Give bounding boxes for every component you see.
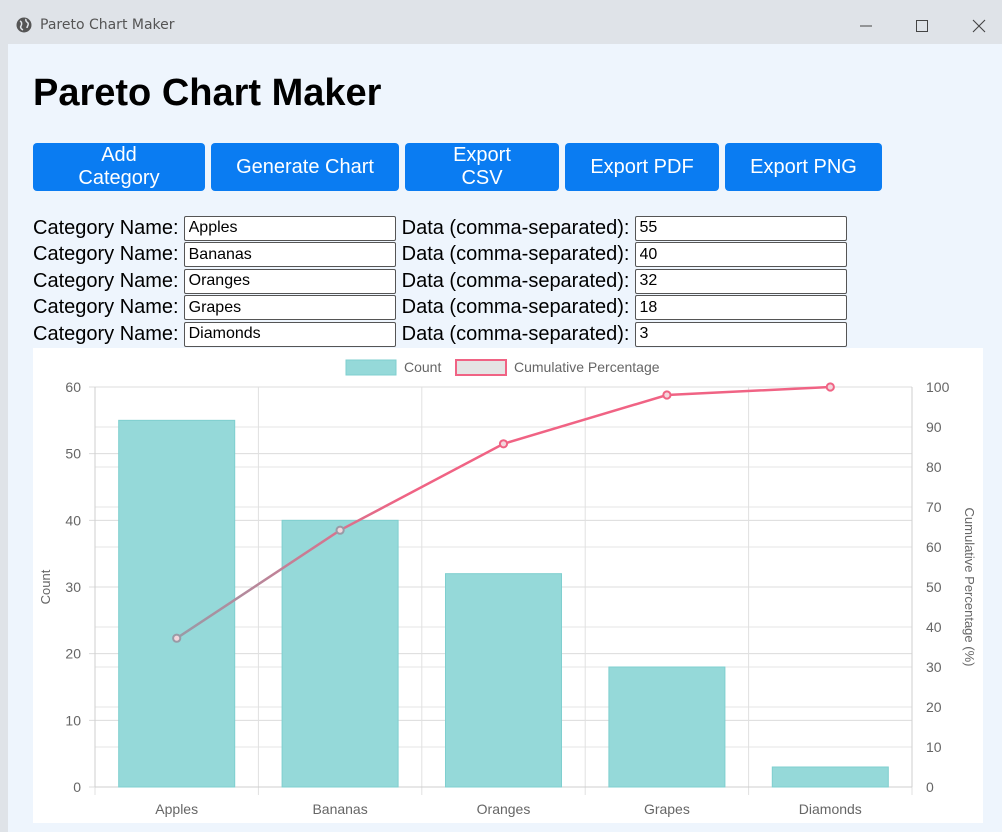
- category-data-input[interactable]: [634, 242, 847, 268]
- category-name-input[interactable]: [183, 295, 396, 321]
- y-tick-label: 0: [73, 779, 81, 795]
- y-tick-label: 40: [65, 512, 81, 528]
- add-category-button[interactable]: Add Category: [33, 143, 205, 191]
- category-name-label: Category Name:: [33, 243, 179, 266]
- y2-tick-label: 90: [926, 419, 942, 435]
- category-row: Category Name: Data (comma-separated):: [33, 268, 852, 295]
- legend-label-cumulative: Cumulative Percentage: [514, 359, 660, 375]
- export-csv-button[interactable]: Export CSV: [405, 143, 559, 191]
- x-tick-label: Apples: [155, 801, 198, 817]
- legend-label-count: Count: [404, 359, 441, 375]
- pareto-chart: 0 10 20 30 40 50 60 0 10 20 30 40 50 60 70 80 90 100 Apple…: [33, 348, 983, 823]
- category-data-input[interactable]: [634, 268, 847, 294]
- export-pdf-button[interactable]: Export PDF: [565, 143, 719, 191]
- globe-icon: [16, 17, 32, 33]
- page-title: Pareto Chart Maker: [33, 72, 382, 114]
- category-list: Category Name: Data (comma-separated): C…: [33, 215, 852, 348]
- legend-swatch-cumulative: [455, 359, 507, 376]
- toolbar: Add Category Generate Chart Export CSV E…: [33, 143, 882, 191]
- maximize-icon: [916, 20, 928, 32]
- close-button[interactable]: [959, 14, 999, 38]
- category-data-label: Data (comma-separated):: [401, 216, 630, 239]
- category-data-label: Data (comma-separated):: [401, 243, 630, 266]
- y2-tick-label: 30: [926, 659, 942, 675]
- category-name-label: Category Name:: [33, 322, 179, 345]
- category-name-input[interactable]: [183, 215, 396, 241]
- y2-tick-label: 70: [926, 499, 942, 515]
- title-bar: Pareto Chart Maker: [8, 6, 1002, 44]
- minimize-button[interactable]: [846, 14, 886, 38]
- y2-tick-label: 80: [926, 459, 942, 475]
- category-data-input[interactable]: [634, 321, 847, 347]
- category-data-input[interactable]: [634, 295, 847, 321]
- cumulative-point: [825, 382, 835, 392]
- y-axis-title: Count: [38, 569, 53, 604]
- category-name-input[interactable]: [183, 321, 396, 347]
- category-row: Category Name: Data (comma-separated):: [33, 295, 852, 322]
- export-png-button[interactable]: Export PNG: [725, 143, 882, 191]
- window-body: Pareto Chart Maker Add Category Generate…: [8, 44, 1002, 832]
- y2-tick-label: 0: [926, 779, 934, 795]
- category-name-input[interactable]: [183, 268, 396, 294]
- generate-chart-button[interactable]: Generate Chart: [211, 143, 399, 191]
- category-name-label: Category Name:: [33, 296, 179, 319]
- category-data-input[interactable]: [634, 215, 847, 241]
- category-name-label: Category Name:: [33, 269, 179, 292]
- y-tick-label: 20: [65, 646, 81, 662]
- y2-tick-label: 50: [926, 579, 942, 595]
- category-row: Category Name: Data (comma-separated):: [33, 215, 852, 242]
- close-icon: [972, 19, 986, 33]
- cumulative-point: [662, 390, 672, 400]
- y-tick-label: 60: [65, 379, 81, 395]
- bar: [118, 419, 236, 788]
- cumulative-point: [172, 633, 182, 643]
- window-title: Pareto Chart Maker: [40, 17, 175, 33]
- category-row: Category Name: Data (comma-separated):: [33, 321, 852, 348]
- maximize-button[interactable]: [902, 14, 942, 38]
- bar: [608, 666, 726, 788]
- x-tick-label: Grapes: [644, 801, 690, 817]
- pareto-chart-svg: 0 10 20 30 40 50 60 0 10 20 30 40 50 60 70 80 90 100 Apple…: [38, 359, 977, 817]
- cumulative-point: [335, 525, 345, 535]
- category-row: Category Name: Data (comma-separated):: [33, 242, 852, 269]
- bar: [771, 766, 889, 788]
- y2-tick-label: 10: [926, 739, 942, 755]
- category-name-label: Category Name:: [33, 216, 179, 239]
- x-tick-label: Diamonds: [799, 801, 862, 817]
- x-tick-label: Bananas: [312, 801, 367, 817]
- cumulative-point: [498, 439, 509, 449]
- y-tick-label: 10: [65, 712, 81, 728]
- y2-tick-label: 20: [926, 699, 942, 715]
- bar: [444, 573, 563, 788]
- category-data-label: Data (comma-separated):: [401, 322, 630, 345]
- y2-axis-title: Cumulative Percentage (%): [962, 508, 977, 667]
- x-tick-label: Oranges: [477, 801, 531, 817]
- y-tick-label: 50: [65, 446, 81, 462]
- y2-tick-label: 60: [926, 539, 942, 555]
- y-tick-label: 30: [65, 579, 81, 595]
- category-name-input[interactable]: [183, 242, 396, 268]
- y2-tick-label: 100: [926, 379, 950, 395]
- bar: [281, 519, 399, 788]
- minimize-icon: [860, 25, 872, 27]
- legend-swatch-count: [345, 359, 397, 376]
- y2-tick-label: 40: [926, 619, 942, 635]
- category-data-label: Data (comma-separated):: [401, 269, 630, 292]
- category-data-label: Data (comma-separated):: [401, 296, 630, 319]
